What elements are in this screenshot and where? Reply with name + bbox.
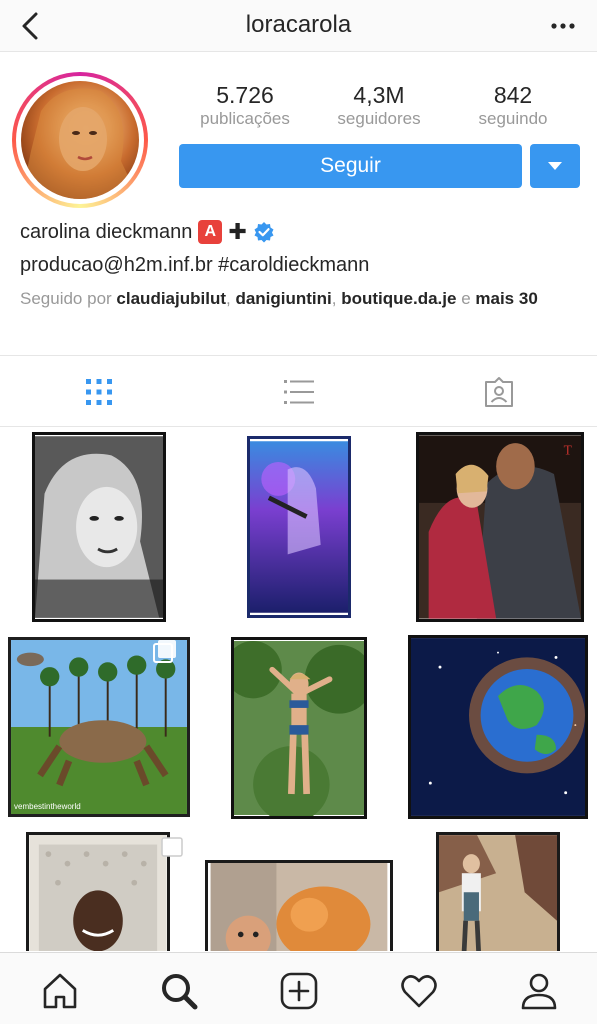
plus-emoji: ✚ [228,219,247,244]
video-icon [351,440,381,458]
followed-by-prefix: Seguido por [20,289,112,308]
more-options-icon[interactable] [549,12,577,40]
grid-view-icon[interactable] [83,376,115,408]
chevron-down-icon [548,162,562,170]
multiple-photos-icon [161,837,183,857]
stat-following-label: seguindo [478,109,548,128]
multiple-photos-icon [153,640,176,663]
top-bar: loracarola [0,0,597,52]
stat-posts-value: 5.726 [216,82,274,108]
follow-button[interactable]: Seguir [179,144,522,188]
profile-stats: 5.726 publicações 4,3M seguidores 842 se… [178,82,580,132]
profile-avatar-story-ring[interactable] [12,72,148,208]
full-name: carolina dieckmann [20,220,193,243]
profile-view-tabs [0,355,597,427]
suggestions-dropdown-button[interactable] [530,144,580,188]
followed-by-user[interactable]: danigiuntini [235,289,331,308]
post-photo [26,832,170,951]
posts-grid: T vembestintheworld [0,428,597,951]
post-photo [436,832,560,951]
list-view-icon[interactable] [283,376,315,408]
stat-following-value: 842 [493,82,533,108]
search-icon[interactable] [159,971,199,1011]
followed-by-conjunction: e [461,289,471,308]
profile-full-name-row: carolina dieckmann A ✚ [20,219,275,245]
grid-post[interactable] [199,627,398,826]
post-photo [408,635,588,819]
post-photo [231,637,367,819]
activity-heart-icon[interactable] [399,971,439,1011]
followed-by-user[interactable]: claudiajubilut [116,289,226,308]
grid-post[interactable] [0,826,199,951]
followed-by-more[interactable]: mais 30 [475,289,537,308]
stat-posts: 5.726 publicações [178,82,312,132]
grid-post[interactable] [199,826,398,951]
photo-backdrop-letter: T [564,443,573,458]
profile-username: loracarola [245,11,352,38]
grid-post[interactable]: vembestintheworld [0,627,199,826]
post-photo [205,860,393,951]
verified-badge-icon [254,222,274,243]
bottom-navigation [0,952,597,1024]
grid-post[interactable] [398,627,597,826]
profile-icon[interactable] [519,971,559,1011]
stat-posts-label: publicações [200,109,290,128]
profile-bio[interactable]: producao@h2m.inf.br #caroldieckmann [20,254,369,277]
photo-watermark: vembestintheworld [14,802,81,811]
stat-followers-label: seguidores [337,109,421,128]
stat-followers-value: 4,3M [353,82,405,108]
followed-by-user[interactable]: boutique.da.je [341,289,456,308]
new-post-icon[interactable] [279,971,319,1011]
grid-post[interactable] [199,428,398,627]
post-photo [247,436,351,618]
avatar [21,81,139,199]
post-photo: T [416,432,584,622]
grid-post[interactable] [0,428,199,627]
avatar-photo [21,88,139,199]
followed-by-text[interactable]: Seguido por claudiajubilut, danigiuntini… [20,287,580,310]
home-icon[interactable] [40,971,80,1011]
stat-following[interactable]: 842 seguindo [446,82,580,132]
tagged-photos-icon[interactable] [483,376,515,408]
grid-post[interactable]: T [398,428,597,627]
grid-post[interactable] [398,826,597,951]
letter-a-emoji: A [198,220,223,244]
post-photo [32,432,166,622]
stat-followers[interactable]: 4,3M seguidores [312,82,446,132]
